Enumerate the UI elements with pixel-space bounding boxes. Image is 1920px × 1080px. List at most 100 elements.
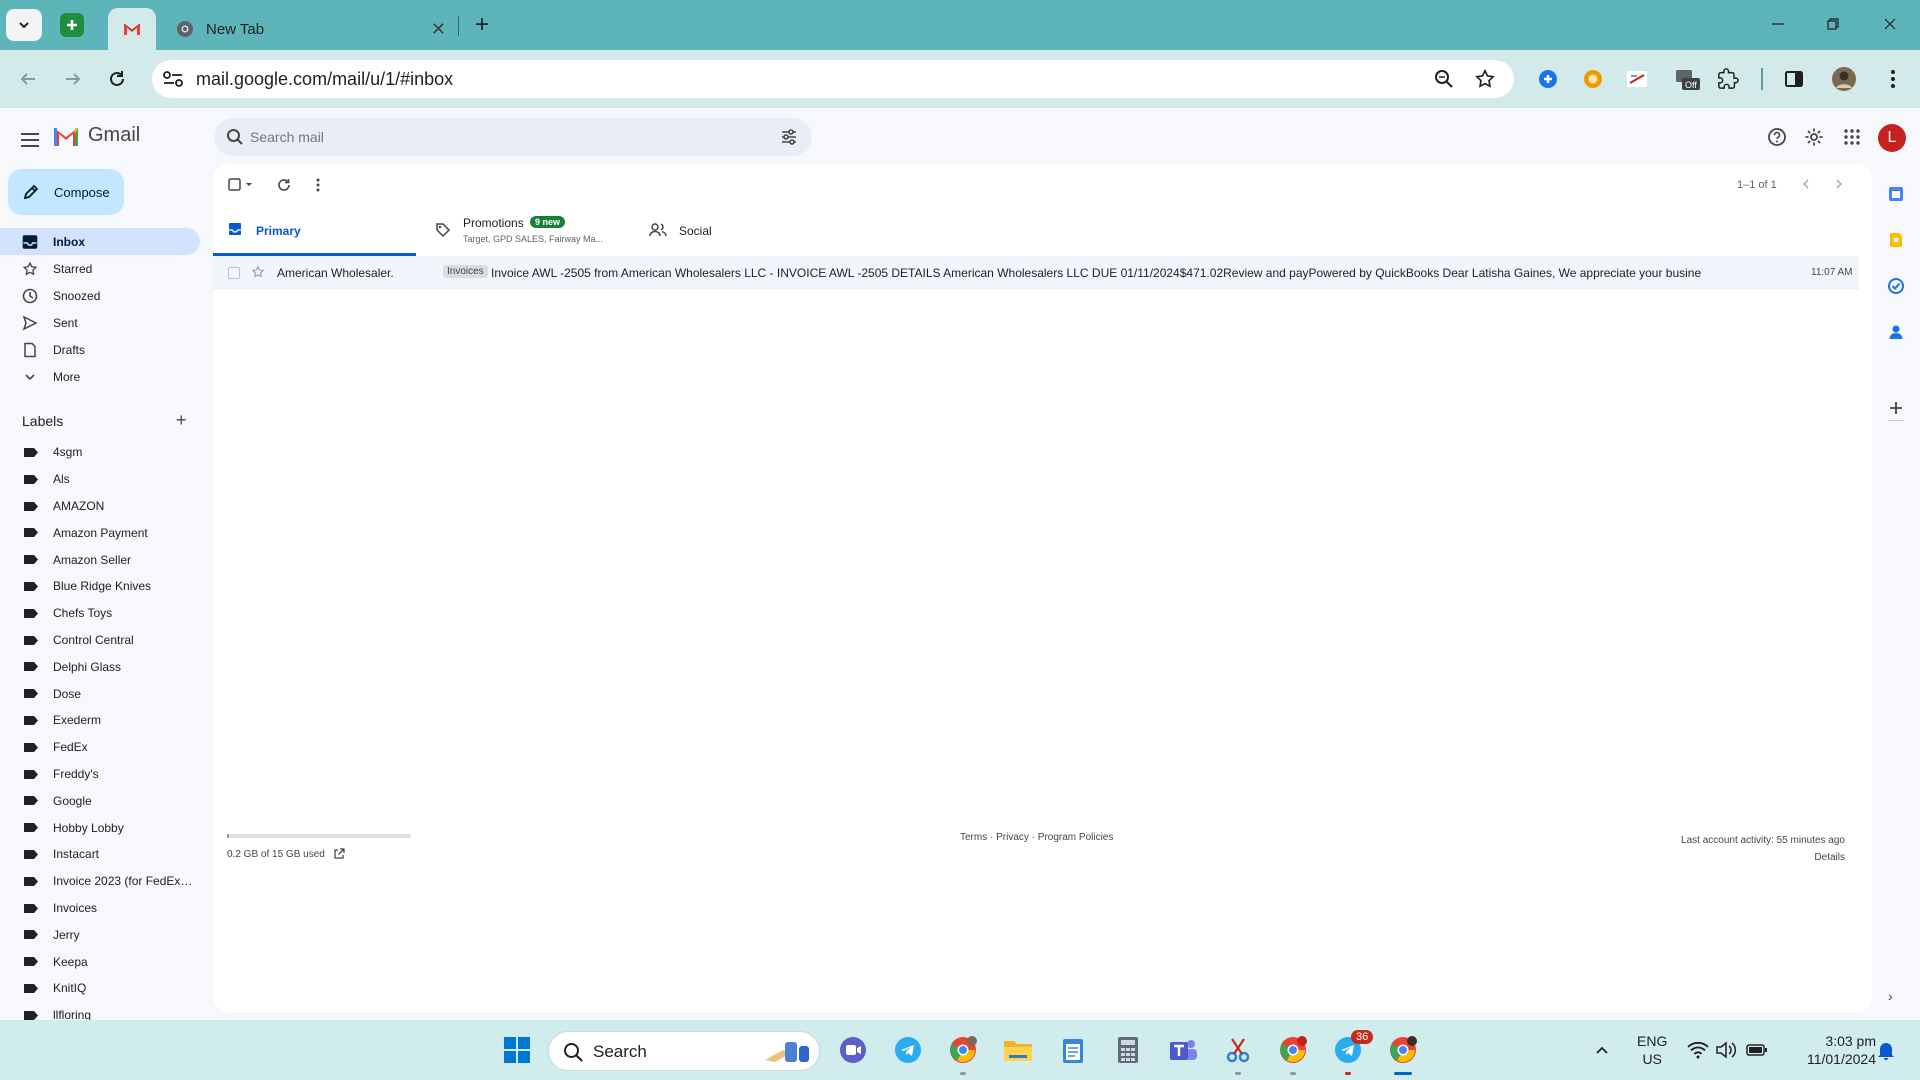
label-item[interactable]: Keepa	[0, 948, 200, 975]
account-avatar[interactable]: L	[1878, 124, 1906, 152]
url-text[interactable]: mail.google.com/mail/u/1/#inbox	[196, 69, 453, 90]
tab-social[interactable]: Social	[649, 204, 789, 256]
label-item[interactable]: Delphi Glass	[0, 653, 200, 680]
label-item[interactable]: Amazon Payment	[0, 519, 200, 546]
tab-gmail[interactable]	[108, 8, 156, 50]
site-info-icon[interactable]	[162, 69, 184, 89]
extensions-menu-button[interactable]	[1715, 66, 1741, 92]
get-addons-button[interactable]	[1886, 398, 1906, 418]
label-item[interactable]: Exederm	[0, 707, 200, 734]
hide-side-panel-button[interactable]: ›	[1888, 988, 1893, 1004]
new-tab-button[interactable]: +	[470, 11, 494, 38]
label-item[interactable]: Amazon Seller	[0, 546, 200, 573]
taskbar-app-snipping-tool[interactable]	[1222, 1034, 1254, 1066]
taskbar-app-notepad[interactable]	[1057, 1034, 1089, 1066]
footer-links[interactable]: Terms · Privacy · Program Policies	[960, 832, 1113, 843]
label-item[interactable]: Freddy's	[0, 761, 200, 788]
google-apps-button[interactable]	[1841, 126, 1863, 148]
star-icon[interactable]	[251, 265, 265, 279]
main-menu-button[interactable]	[18, 128, 42, 152]
taskbar-app-calculator[interactable]	[1112, 1034, 1144, 1066]
label-item[interactable]: Invoices	[0, 895, 200, 922]
address-bar[interactable]: mail.google.com/mail/u/1/#inbox	[152, 60, 1514, 98]
label-item[interactable]: Blue Ridge Knives	[0, 573, 200, 600]
nav-item-drafts[interactable]: Drafts	[0, 336, 200, 363]
row-checkbox[interactable]	[228, 267, 240, 279]
label-item[interactable]: KnitIQ	[0, 975, 200, 1002]
label-item[interactable]: Jerry	[0, 921, 200, 948]
battery-button[interactable]	[1741, 1034, 1773, 1066]
minimize-button[interactable]	[1766, 12, 1790, 36]
input-language[interactable]: ENG US	[1637, 1032, 1667, 1068]
nav-item-inbox[interactable]: Inbox	[0, 228, 200, 255]
show-hidden-icons-button[interactable]	[1586, 1034, 1618, 1066]
extension-1-button[interactable]	[1535, 66, 1561, 92]
nav-item-more[interactable]: More	[0, 363, 200, 390]
chrome-menu-button[interactable]	[1880, 66, 1906, 92]
reload-button[interactable]	[104, 66, 130, 92]
details-link[interactable]: Details	[1681, 849, 1845, 866]
label-item[interactable]: Invoice 2023 (for FedEx ...	[0, 868, 200, 895]
table-row[interactable]: American Wholesaler. Invoices Invoice AW…	[213, 256, 1859, 289]
newer-button[interactable]	[1798, 176, 1814, 192]
label-item[interactable]: Hobby Lobby	[0, 814, 200, 841]
taskbar-app-teams[interactable]	[1167, 1034, 1199, 1066]
tasks-app-button[interactable]	[1886, 276, 1906, 296]
forward-button[interactable]	[60, 66, 86, 92]
taskbar-app-chrome-profile-2[interactable]	[1277, 1034, 1309, 1066]
label-item[interactable]: Dose	[0, 680, 200, 707]
volume-button[interactable]	[1710, 1034, 1742, 1066]
tab-primary[interactable]: Primary	[213, 204, 416, 256]
taskbar-app-chrome-active[interactable]	[1387, 1034, 1419, 1066]
tab-search-button[interactable]	[6, 9, 42, 41]
tab-promotions[interactable]: Promotions 9 new Target, GPD SALES, Fair…	[435, 204, 635, 256]
nav-item-snoozed[interactable]: Snoozed	[0, 282, 200, 309]
taskbar-app-telegram[interactable]	[892, 1034, 924, 1066]
start-button[interactable]	[501, 1034, 533, 1066]
support-button[interactable]	[1766, 126, 1788, 148]
tab-group-button[interactable]	[60, 13, 84, 37]
contacts-app-button[interactable]	[1886, 322, 1906, 342]
close-window-button[interactable]	[1878, 12, 1902, 36]
label-item[interactable]: Control Central	[0, 627, 200, 654]
gmail-logo[interactable]: Gmail	[52, 124, 140, 147]
keep-app-button[interactable]	[1886, 230, 1906, 250]
side-panel-button[interactable]	[1781, 66, 1807, 92]
search-icon[interactable]	[226, 128, 244, 146]
extension-3-button[interactable]	[1624, 66, 1650, 92]
nav-item-starred[interactable]: Starred	[0, 255, 200, 282]
refresh-button[interactable]	[277, 177, 291, 193]
create-label-button[interactable]: +	[176, 410, 187, 431]
zoom-icon[interactable]	[1434, 69, 1454, 89]
label-item[interactable]: AMAZON	[0, 493, 200, 520]
search-input[interactable]	[250, 118, 750, 156]
nav-item-sent[interactable]: Sent	[0, 309, 200, 336]
older-button[interactable]	[1831, 176, 1847, 192]
system-clock[interactable]: 3:03 pm 11/01/2024	[1786, 1032, 1876, 1068]
taskbar-app-meet[interactable]	[837, 1034, 869, 1066]
extension-2-button[interactable]	[1580, 66, 1606, 92]
compose-button[interactable]: Compose	[8, 169, 124, 215]
profile-avatar-button[interactable]	[1831, 66, 1857, 92]
tab-close-button[interactable]: ✕	[431, 20, 446, 38]
taskbar-app-chrome-profile-1[interactable]	[947, 1034, 979, 1066]
more-actions-button[interactable]	[316, 177, 320, 193]
calendar-app-button[interactable]	[1886, 184, 1906, 204]
taskbar-app-file-explorer[interactable]	[1002, 1034, 1034, 1066]
label-chip[interactable]: Invoices	[443, 265, 488, 278]
search-bar[interactable]	[214, 118, 812, 156]
storage-usage[interactable]: 0.2 GB of 15 GB used	[227, 848, 345, 860]
restore-button[interactable]	[1821, 12, 1845, 36]
settings-button[interactable]	[1803, 126, 1825, 148]
label-item[interactable]: 4sgm	[0, 439, 200, 466]
notifications-button[interactable]	[1870, 1034, 1902, 1066]
tab-new-tab[interactable]: New Tab ✕	[170, 8, 452, 50]
label-item[interactable]: Chefs Toys	[0, 600, 200, 627]
label-item[interactable]: FedEx	[0, 734, 200, 761]
extension-4-button[interactable]: Off	[1674, 66, 1700, 92]
taskbar-search[interactable]: Search	[548, 1031, 820, 1071]
search-options-icon[interactable]	[780, 128, 798, 146]
label-item[interactable]: Instacart	[0, 841, 200, 868]
bookmark-star-icon[interactable]	[1474, 68, 1496, 90]
back-button[interactable]	[15, 66, 41, 92]
